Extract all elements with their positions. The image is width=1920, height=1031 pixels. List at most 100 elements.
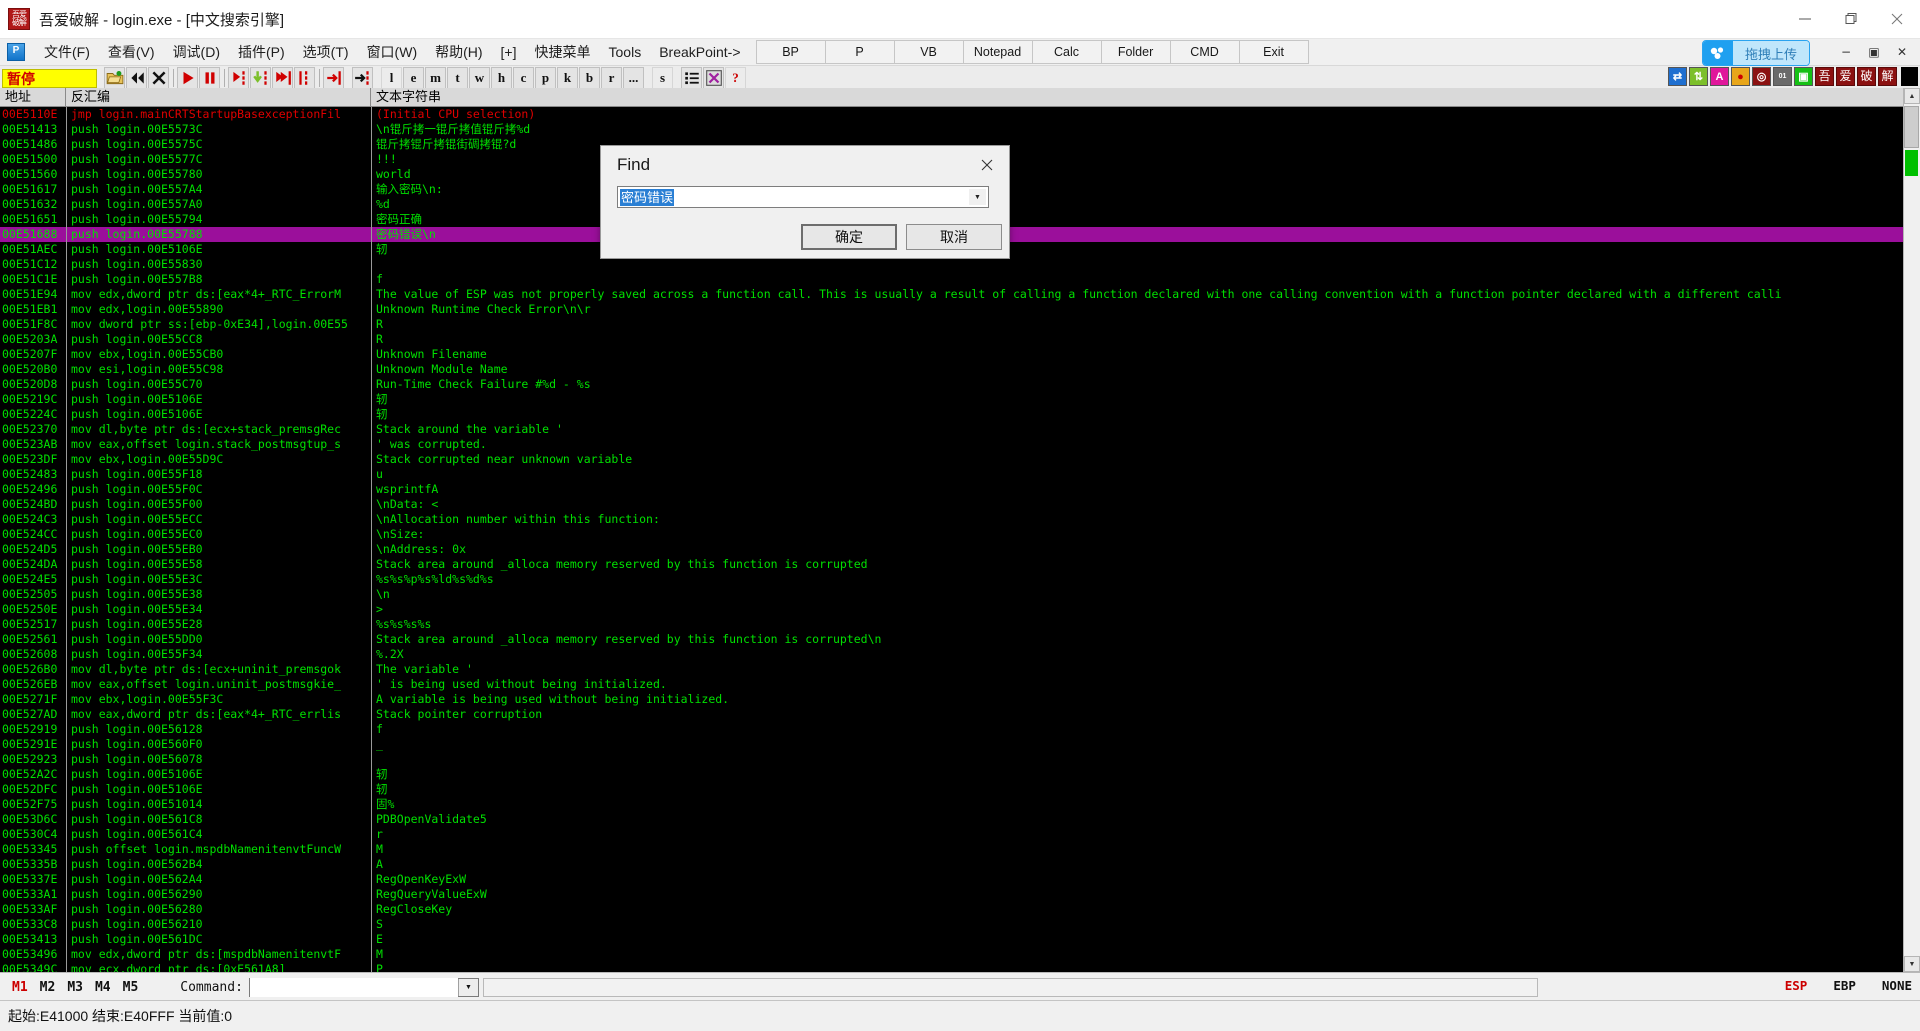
chevron-down-icon[interactable]: ▼ bbox=[969, 189, 986, 205]
open-file-icon[interactable] bbox=[104, 67, 125, 89]
table-row[interactable]: 00E523AB mov eax,offset login.stack_postm… bbox=[0, 437, 1920, 452]
table-row[interactable]: 00E51F8C mov dword ptr ss:[ebp-0xE34],log… bbox=[0, 317, 1920, 332]
quicklaunch-exit[interactable]: Exit bbox=[1238, 40, 1309, 64]
menu-item-debug[interactable]: 调试(D) bbox=[164, 40, 229, 64]
command-input[interactable]: ▼ bbox=[248, 977, 479, 997]
memory-button-m3[interactable]: M3 bbox=[67, 980, 83, 995]
toolbar-letter-t[interactable]: t bbox=[447, 67, 468, 89]
minimize-button[interactable] bbox=[1782, 0, 1828, 38]
scroll-thumb[interactable] bbox=[1904, 106, 1919, 148]
menu-item-shortcut[interactable]: 快捷菜单 bbox=[526, 40, 600, 64]
menu-item-view[interactable]: 查看(V) bbox=[99, 40, 164, 64]
table-row[interactable]: 00E52496 push login.00E55F0C wsprintfA bbox=[0, 482, 1920, 497]
table-row[interactable]: 00E52505 push login.00E55E38 \n bbox=[0, 587, 1920, 602]
chevron-down-icon[interactable]: ▼ bbox=[458, 978, 478, 996]
toolbar-letter-ellipsis[interactable]: ... bbox=[623, 67, 644, 89]
table-row[interactable]: 00E5219C push login.00E5106E 轫 bbox=[0, 392, 1920, 407]
table-row[interactable]: 00E52561 push login.00E55DD0 Stack area ar… bbox=[0, 632, 1920, 647]
table-row[interactable]: 00E524C3 push login.00E55ECC \nAllocation … bbox=[0, 512, 1920, 527]
table-row[interactable]: 00E53413 push login.00E561DC E bbox=[0, 932, 1920, 947]
pause-icon[interactable] bbox=[199, 67, 220, 89]
find-input[interactable]: 密码错误 ▼ bbox=[617, 186, 989, 208]
toolbar-letter-r[interactable]: r bbox=[601, 67, 622, 89]
table-row[interactable]: 00E52517 push login.00E55E28 %s%s%s%s bbox=[0, 617, 1920, 632]
find-ok-button[interactable]: 确定 bbox=[801, 224, 897, 250]
quicklaunch-bp[interactable]: BP bbox=[755, 40, 825, 64]
binary-icon[interactable]: 01 bbox=[1773, 67, 1792, 86]
brand-block-ai[interactable]: 爱 bbox=[1836, 67, 1855, 86]
sync-icon[interactable]: ⇄ bbox=[1668, 67, 1687, 86]
menu-item-breakpoint[interactable]: BreakPoint-> bbox=[650, 42, 749, 62]
quicklaunch-folder[interactable]: Folder bbox=[1100, 40, 1170, 64]
target-icon[interactable]: ◎ bbox=[1752, 67, 1771, 86]
table-row[interactable]: 00E533A1 push login.00E56290 RegQueryValue… bbox=[0, 887, 1920, 902]
table-row[interactable]: 00E52F75 push login.00E51014 固% bbox=[0, 797, 1920, 812]
trace-icon[interactable] bbox=[294, 67, 315, 89]
mdi-close-button[interactable]: ✕ bbox=[1888, 41, 1916, 62]
list-icon[interactable] bbox=[681, 67, 702, 89]
memory-button-m2[interactable]: M2 bbox=[40, 980, 56, 995]
column-header-strings[interactable]: 文本字符串 bbox=[371, 88, 1920, 106]
toolbar-letter-l[interactable]: l bbox=[381, 67, 402, 89]
help-icon[interactable]: ? bbox=[725, 67, 746, 89]
table-row[interactable]: 00E5337E push login.00E562A4 RegOpenKeyExW bbox=[0, 872, 1920, 887]
table-row[interactable]: 00E51EB1 mov edx,login.00E55890 Unknown Ru… bbox=[0, 302, 1920, 317]
step-out-icon[interactable] bbox=[272, 67, 293, 89]
scroll-down-arrow[interactable]: ▼ bbox=[1904, 956, 1920, 972]
toolbar-letter-c[interactable]: c bbox=[513, 67, 534, 89]
command-input-field[interactable] bbox=[249, 977, 459, 997]
table-row[interactable]: 00E53496 mov edx,dword ptr ds:[mspdbNamen… bbox=[0, 947, 1920, 962]
toolbar-letter-k[interactable]: k bbox=[557, 67, 578, 89]
menu-item-help[interactable]: 帮助(H) bbox=[426, 40, 491, 64]
table-row[interactable]: 00E51C12 push login.00E55830 bbox=[0, 257, 1920, 272]
window-icon[interactable]: ▣ bbox=[1794, 67, 1813, 86]
table-row[interactable]: 00E5291E push login.00E560F0 _ bbox=[0, 737, 1920, 752]
register-esp[interactable]: ESP bbox=[1785, 978, 1808, 993]
close-button[interactable] bbox=[1874, 0, 1920, 38]
brand-block-po[interactable]: 破 bbox=[1857, 67, 1876, 86]
table-row[interactable]: 00E5271F mov ebx,login.00E55F3C A variable… bbox=[0, 692, 1920, 707]
menu-item-file[interactable]: 文件(F) bbox=[35, 40, 99, 64]
step-into-icon[interactable] bbox=[228, 67, 249, 89]
drag-upload-button[interactable]: 拖拽上传 bbox=[1701, 40, 1810, 66]
table-row[interactable]: 00E533AF push login.00E56280 RegCloseKey bbox=[0, 902, 1920, 917]
table-row[interactable]: 00E51413 push login.00E5573C \n锟斤拷一锟斤拷值锟斤拷… bbox=[0, 122, 1920, 137]
execute-to-return-icon[interactable] bbox=[323, 67, 344, 89]
table-row[interactable]: 00E520B0 mov esi,login.00E55C98 Unknown Mo… bbox=[0, 362, 1920, 377]
quicklaunch-calc[interactable]: Calc bbox=[1031, 40, 1101, 64]
table-row[interactable]: 00E5250E push login.00E55E34 > bbox=[0, 602, 1920, 617]
table-row[interactable]: 00E524BD push login.00E55F00 \nData: < bbox=[0, 497, 1920, 512]
table-row[interactable]: 00E53D6C push login.00E561C8 PDBOpenValida… bbox=[0, 812, 1920, 827]
toolbar-letter-s[interactable]: s bbox=[652, 67, 673, 89]
table-row[interactable]: 00E524CC push login.00E55EC0 \nSize: bbox=[0, 527, 1920, 542]
table-row[interactable]: 00E5224C push login.00E5106E 轫 bbox=[0, 407, 1920, 422]
quicklaunch-vb[interactable]: VB bbox=[893, 40, 963, 64]
table-row[interactable]: 00E51E94 mov edx,dword ptr ds:[eax*4+_RTC… bbox=[0, 287, 1920, 302]
menu-item-plugin[interactable]: 插件(P) bbox=[229, 40, 294, 64]
vertical-scrollbar[interactable]: ▲ ▼ bbox=[1903, 88, 1920, 972]
table-row[interactable]: 00E526B0 mov dl,byte ptr ds:[ecx+uninit_p… bbox=[0, 662, 1920, 677]
mdi-restore-button[interactable]: ▣ bbox=[1860, 41, 1888, 62]
toolbar-letter-b[interactable]: b bbox=[579, 67, 600, 89]
table-row[interactable]: 00E520D8 push login.00E55C70 Run-Time Chec… bbox=[0, 377, 1920, 392]
toolbar-letter-m[interactable]: m bbox=[425, 67, 446, 89]
table-row[interactable]: 00E52DFC push login.00E5106E 轫 bbox=[0, 782, 1920, 797]
table-row[interactable]: 00E524E5 push login.00E55E3C %s%s%p%s%ld%s… bbox=[0, 572, 1920, 587]
register-ebp[interactable]: EBP bbox=[1833, 978, 1856, 993]
table-row[interactable]: 00E52483 push login.00E55F18 u bbox=[0, 467, 1920, 482]
table-row[interactable]: 00E53345 push offset login.mspdbNameniten… bbox=[0, 842, 1920, 857]
column-header-disasm[interactable]: 反汇编 bbox=[66, 88, 371, 106]
updown-icon[interactable]: ⇅ bbox=[1689, 67, 1708, 86]
command-extra-field[interactable] bbox=[482, 977, 1538, 997]
table-row[interactable]: 00E5207F mov ebx,login.00E55CB0 Unknown Fi… bbox=[0, 347, 1920, 362]
memory-button-m4[interactable]: M4 bbox=[95, 980, 111, 995]
menu-item-plus[interactable]: [+] bbox=[492, 42, 526, 62]
brand-block-jie[interactable]: 解 bbox=[1878, 67, 1897, 86]
table-row[interactable]: 00E5203A push login.00E55CC8 R bbox=[0, 332, 1920, 347]
toolbar-letter-h[interactable]: h bbox=[491, 67, 512, 89]
close-program-icon[interactable] bbox=[148, 67, 169, 89]
mdi-minimize-button[interactable]: − bbox=[1832, 41, 1860, 62]
table-row[interactable]: 00E527AD mov eax,dword ptr ds:[eax*4+_RTC… bbox=[0, 707, 1920, 722]
table-row[interactable]: 00E524DA push login.00E55E58 Stack area ar… bbox=[0, 557, 1920, 572]
quicklaunch-p[interactable]: P bbox=[824, 40, 894, 64]
